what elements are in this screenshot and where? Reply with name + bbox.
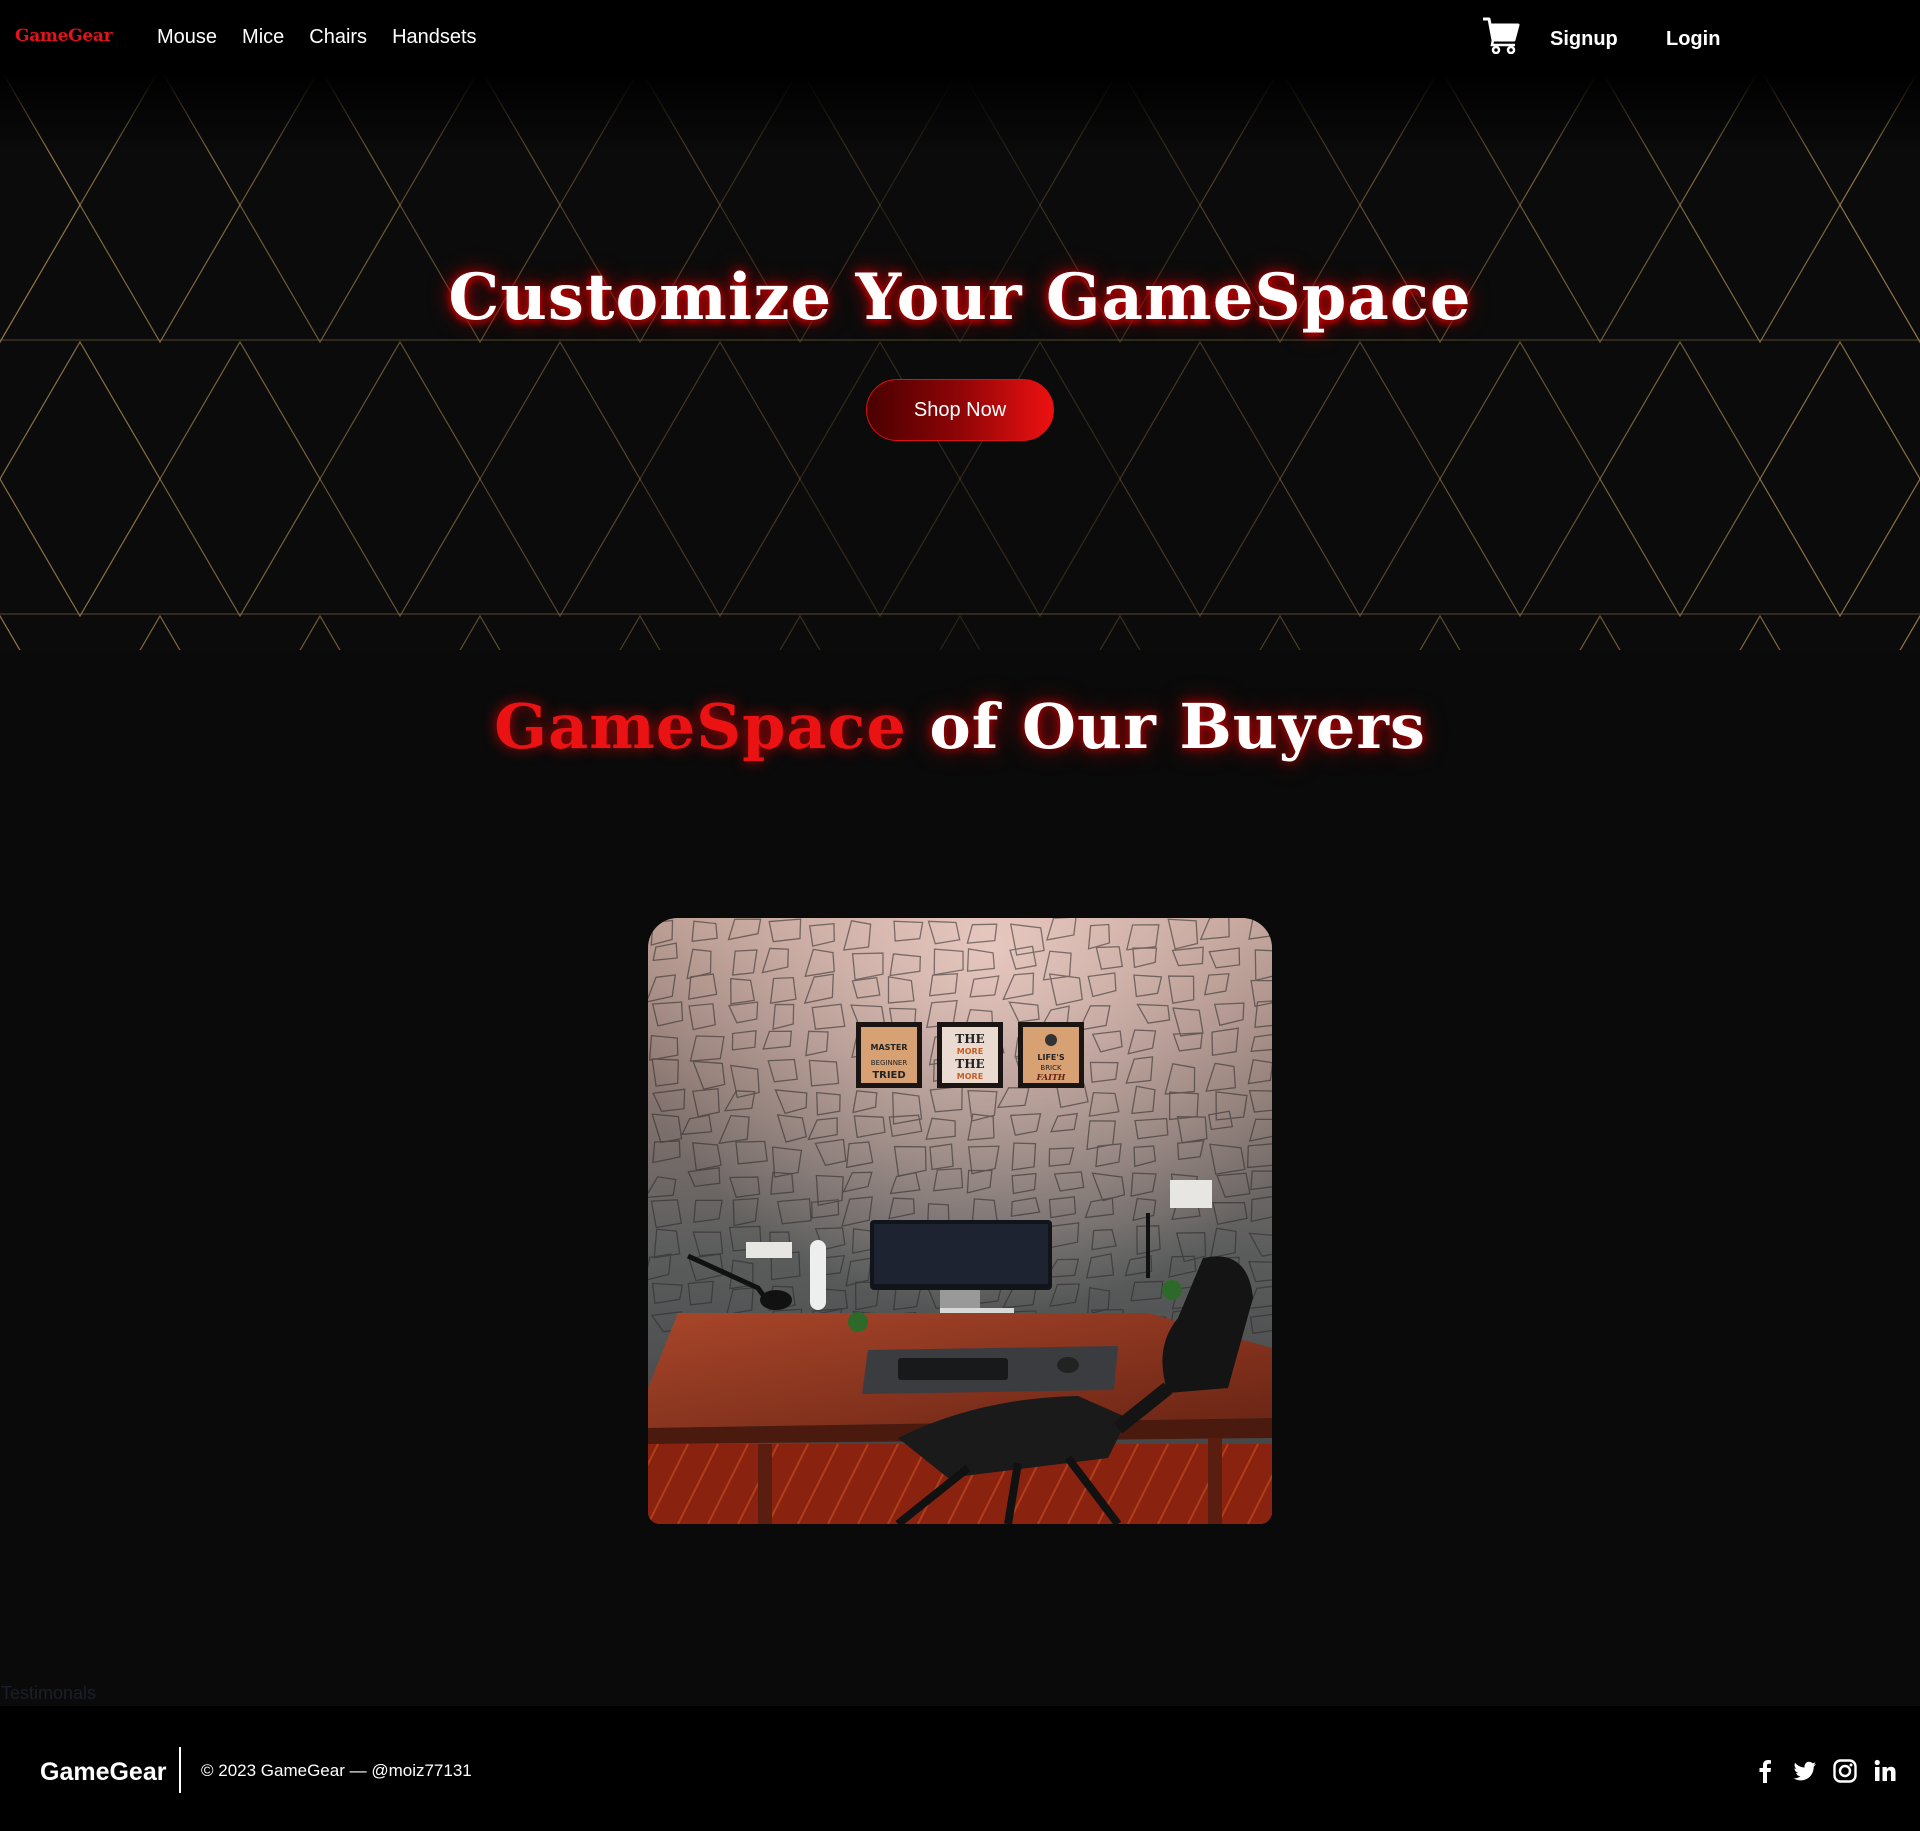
facebook-icon[interactable] <box>1752 1758 1778 1784</box>
svg-text:BRICK: BRICK <box>1040 1064 1062 1072</box>
nav-link-chairs[interactable]: Chairs <box>309 26 367 49</box>
svg-text:MORE: MORE <box>957 1072 983 1081</box>
footer-copyright: © 2023 GameGear — @moiz77131 <box>201 1761 472 1780</box>
signup-link[interactable]: Signup <box>1550 28 1618 51</box>
brand-logo[interactable]: GameGear <box>15 26 113 46</box>
buyer-gamespace-photo: MASTER BEGINNER TRIED THE MORE THE MORE … <box>648 918 1272 1524</box>
svg-text:MASTER: MASTER <box>871 1043 908 1052</box>
footer-divider <box>179 1747 181 1793</box>
nav-link-handsets[interactable]: Handsets <box>392 26 477 49</box>
shop-now-button[interactable]: Shop Now <box>866 379 1054 441</box>
navbar: GameGear Mouse Mice Chairs Handsets Sign… <box>0 0 1920 74</box>
hero-diamond-pattern <box>0 74 1920 650</box>
twitter-icon[interactable] <box>1792 1758 1818 1784</box>
svg-text:TRIED: TRIED <box>872 1070 905 1081</box>
testimonials-label: Testimonals <box>1 1683 97 1703</box>
svg-text:THE: THE <box>955 1032 984 1046</box>
footer-brand[interactable]: GameGear <box>40 1758 166 1787</box>
svg-text:FAITH: FAITH <box>1036 1072 1066 1082</box>
title-highlight: GameSpace <box>494 690 907 763</box>
svg-text:MORE: MORE <box>957 1047 983 1056</box>
shopping-cart-icon[interactable] <box>1482 16 1520 55</box>
social-links <box>1752 1758 1898 1784</box>
svg-text:LIFE'S: LIFE'S <box>1037 1053 1064 1062</box>
wall-posters: MASTER BEGINNER TRIED THE MORE THE MORE … <box>856 1022 1084 1088</box>
svg-text:THE: THE <box>955 1057 984 1071</box>
instagram-icon[interactable] <box>1832 1758 1858 1784</box>
nav-link-mouse[interactable]: Mouse <box>157 26 217 49</box>
svg-text:BEGINNER: BEGINNER <box>871 1059 908 1067</box>
footer: GameGear © 2023 GameGear — @moiz77131 <box>0 1706 1920 1831</box>
hero-banner: Customize Your GameSpace Shop Now <box>0 74 1920 650</box>
nav-link-mice[interactable]: Mice <box>242 26 284 49</box>
login-link[interactable]: Login <box>1666 28 1720 51</box>
hero-top-shade <box>0 74 1920 154</box>
buyers-section-title: GameSpace of Our Buyers <box>0 690 1920 763</box>
title-rest: of Our Buyers <box>929 690 1426 763</box>
nav-links: Mouse Mice Chairs Handsets <box>157 26 477 49</box>
linkedin-icon[interactable] <box>1872 1758 1898 1784</box>
hero-title: Customize Your GameSpace <box>448 260 1472 335</box>
